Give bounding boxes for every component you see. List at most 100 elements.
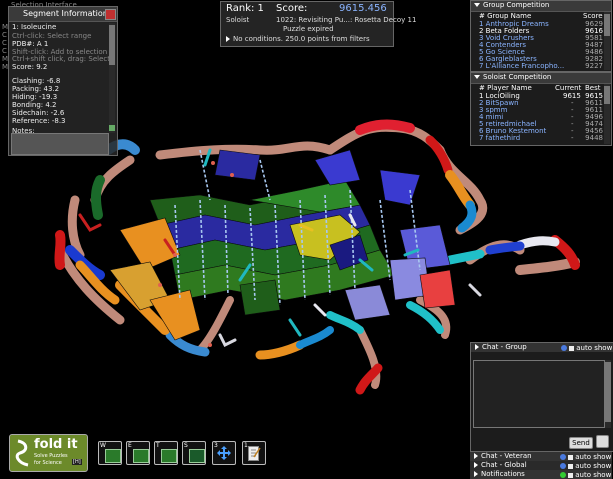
- scroll-thumb[interactable]: [605, 362, 611, 422]
- close-panel-button[interactable]: [105, 9, 116, 20]
- hotkey-label: E: [128, 442, 132, 449]
- score-label: Score:: [276, 3, 308, 14]
- auto-show-label: auto show: [575, 462, 612, 470]
- info-icon[interactable]: [560, 463, 566, 469]
- chat-global-title: Chat - Global: [481, 461, 527, 469]
- col-player-name: # Player Name: [479, 84, 532, 92]
- auto-show-checkbox[interactable]: [568, 472, 573, 478]
- col-score: Score: [583, 12, 603, 20]
- overlay-letter-6: M: [2, 63, 9, 71]
- chat-global-header[interactable]: Chat - Global auto show: [470, 461, 612, 470]
- auto-show-label: auto show: [575, 453, 612, 461]
- logo-tagline-1: Solve Puzzles: [34, 453, 68, 459]
- stat-clashing: Clashing: -6.8: [12, 77, 61, 85]
- notifications-title: Notifications: [481, 470, 525, 478]
- expand-icon: [474, 453, 478, 459]
- logo-name: fold it: [34, 437, 78, 452]
- scroll-thumb[interactable]: [109, 25, 115, 65]
- logo-level: [H]: [72, 459, 82, 465]
- segment-info-panel: Segment Information Selection Interface …: [2, 1, 118, 156]
- info-icon[interactable]: [561, 345, 567, 351]
- stat-hiding: Hiding: -19.3: [12, 93, 58, 101]
- clock-icon[interactable]: [596, 435, 609, 448]
- shake-icon: [133, 449, 149, 463]
- score-panel: Rank: 1 Score: 9615.456 Soloist 1022: Re…: [220, 1, 416, 47]
- score-value: 9615.456: [339, 3, 387, 14]
- sidechain-button[interactable]: S: [182, 441, 206, 465]
- chat-messages-area[interactable]: [473, 360, 605, 428]
- hint-line-3: Ctrl+shift click, drag: Select: [12, 55, 110, 63]
- wiggle-icon: [105, 449, 121, 463]
- mode-label: Soloist: [226, 16, 250, 24]
- scroll-thumb[interactable]: [604, 14, 610, 36]
- notifications-header[interactable]: Notifications auto show: [470, 470, 612, 479]
- auto-show-checkbox[interactable]: [568, 454, 573, 460]
- segment-info-header[interactable]: Segment Information: [9, 7, 117, 22]
- hotkey-label: S: [184, 442, 188, 449]
- stat-packing: Packing: 43.2: [12, 85, 60, 93]
- auto-show-label: auto show: [576, 344, 613, 352]
- col-group-name: # Group Name: [479, 12, 532, 20]
- stat-bonding: Bonding: 4.2: [12, 101, 57, 109]
- stat-sidechain: Sidechain: -2.6: [12, 109, 65, 117]
- notes-edit-icon[interactable]: [109, 125, 115, 131]
- stat-reference: Reference: -8.3: [12, 117, 66, 125]
- hotkey-label: T: [156, 442, 160, 449]
- wiggle-button[interactable]: W: [98, 441, 122, 465]
- chat-group-header[interactable]: Chat - Group auto show: [471, 343, 613, 352]
- expand-icon: [474, 462, 478, 468]
- info-icon[interactable]: [560, 454, 566, 460]
- collapse-icon: [474, 75, 480, 79]
- group-scrollbar[interactable]: [604, 12, 610, 70]
- overlay-letter-4: C: [2, 47, 7, 55]
- notepad-icon: [248, 446, 261, 461]
- col-best: Best: [585, 84, 601, 92]
- foldit-emblem-icon: [15, 439, 29, 467]
- collapse-icon: [474, 3, 480, 7]
- rank-label: Rank: 1: [226, 3, 264, 14]
- tweak-icon: [161, 449, 177, 463]
- chat-group-panel: Chat - Group auto show Send: [470, 342, 613, 452]
- segment-scrollbar[interactable]: [109, 23, 115, 133]
- scroll-thumb[interactable]: [604, 86, 610, 104]
- conditions-text: No conditions. 250.0 points from filters: [233, 35, 370, 43]
- conditions-toggle[interactable]: No conditions. 250.0 points from filters: [226, 35, 370, 43]
- auto-show-checkbox[interactable]: [569, 345, 574, 351]
- group-row[interactable]: 7 L'Alliance Francopho... 9227: [479, 62, 603, 70]
- overlay-letter-2: C: [2, 31, 7, 39]
- tweak-button[interactable]: T: [154, 441, 178, 465]
- overlay-letter-5: M: [2, 55, 9, 63]
- send-button[interactable]: Send: [569, 437, 593, 449]
- shake-button[interactable]: E: [126, 441, 150, 465]
- auto-show-label: auto show: [575, 471, 612, 479]
- notes-field[interactable]: [11, 133, 109, 155]
- col-current: Current: [555, 84, 582, 92]
- move-arrows-icon: [217, 446, 231, 460]
- foldit-logo[interactable]: fold it Solve Puzzles for Science [H]: [9, 434, 88, 472]
- group-competition-header[interactable]: Group Competition: [471, 1, 611, 12]
- puzzle-name: 1022: Revisiting Pu...: Rosetta Decoy 11: [276, 16, 417, 24]
- chat-veteran-title: Chat - Veteran: [481, 452, 532, 460]
- sidechain-icon: [189, 449, 205, 463]
- chat-veteran-header[interactable]: Chat - Veteran auto show: [470, 452, 612, 461]
- hotkey-label: W: [100, 442, 106, 449]
- group-competition-panel: Group Competition # Group Name Score 1 A…: [470, 0, 612, 72]
- hint-line-1: Ctrl-click: Select range: [12, 32, 92, 40]
- segment-info-title: Segment Information: [23, 9, 108, 18]
- chat-scrollbar[interactable]: [605, 360, 611, 428]
- pdb-number: PDB#: A 1: [12, 40, 49, 48]
- expand-icon: [474, 471, 478, 477]
- soloist-scrollbar[interactable]: [604, 84, 610, 144]
- overlay-letter-1: M: [2, 23, 9, 31]
- auto-show-checkbox[interactable]: [568, 463, 573, 469]
- move-button[interactable]: 3: [212, 441, 236, 465]
- soloist-row[interactable]: 7 fathethird -9448: [479, 134, 603, 142]
- soloist-competition-header[interactable]: Soloist Competition: [471, 73, 611, 84]
- status-icon[interactable]: [560, 472, 566, 478]
- puzzle-status: Puzzle expired: [283, 25, 334, 33]
- notepad-button[interactable]: 1: [242, 441, 266, 465]
- group-competition-title: Group Competition: [483, 1, 550, 9]
- expand-icon: [226, 36, 230, 42]
- beta-sheets: [109, 149, 456, 341]
- segment-score: Score: 9.2: [12, 63, 48, 71]
